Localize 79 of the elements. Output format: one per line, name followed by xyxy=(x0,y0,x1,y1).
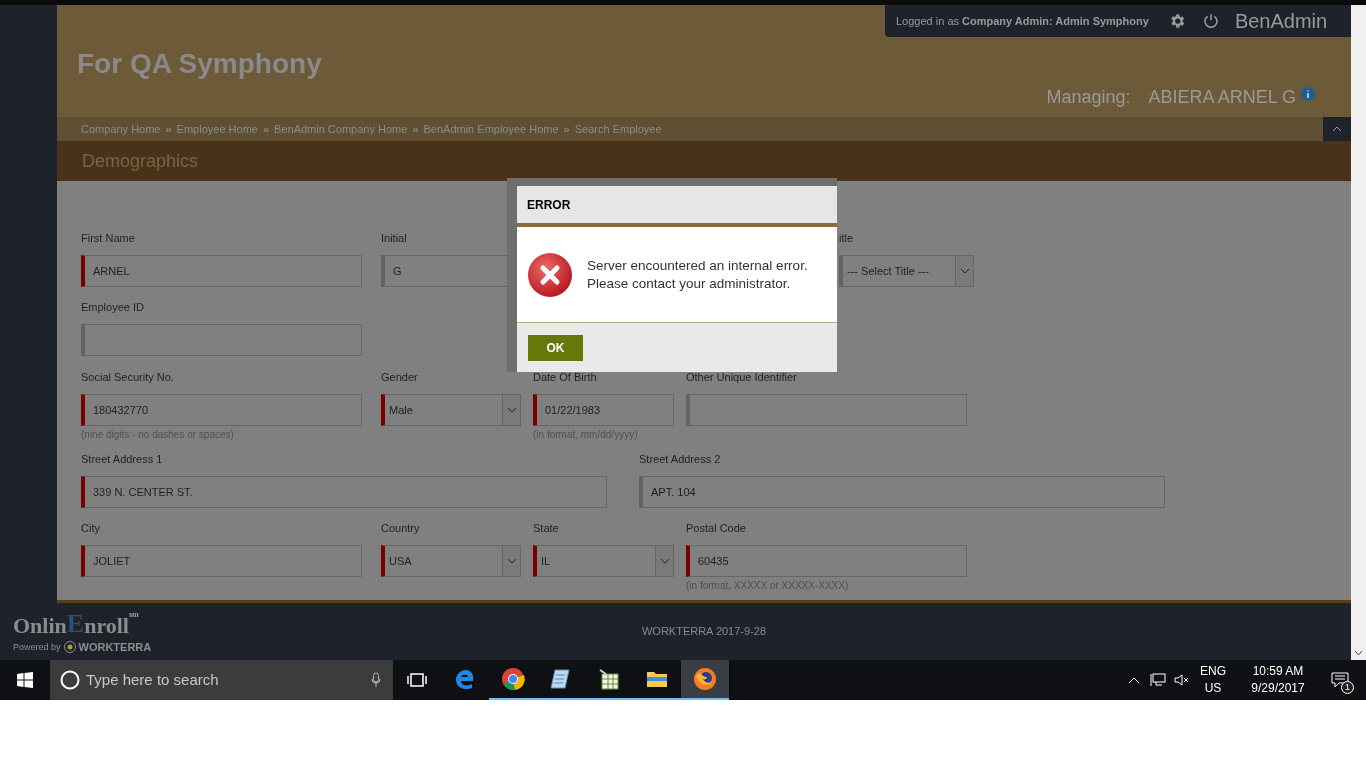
clock[interactable]: 10:59 AM 9/29/2017 xyxy=(1238,663,1318,697)
field-label: Date Of Birth xyxy=(533,370,598,385)
clock-time: 10:59 AM xyxy=(1252,663,1304,680)
message-icon xyxy=(1331,672,1349,688)
region-text: US xyxy=(1204,680,1222,697)
managing-name: ABIERA ARNEL G xyxy=(1148,86,1296,109)
language-text: ENG xyxy=(1200,663,1226,680)
input-field[interactable]: 60435 xyxy=(686,545,967,577)
breadcrumb-link[interactable]: Company Home xyxy=(81,120,161,138)
field-label: Gender xyxy=(381,370,419,385)
chevron-up-icon xyxy=(1332,126,1342,132)
field-label: Street Address 2 xyxy=(639,452,722,467)
field-label: Country xyxy=(381,521,421,536)
footer-version: WORKTERRA 2017-9-28 xyxy=(641,624,767,640)
network-icon[interactable] xyxy=(1150,673,1166,687)
breadcrumb-link[interactable]: BenAdmin Company Home xyxy=(274,120,408,138)
field-label: itle xyxy=(839,231,855,246)
chevron-down-icon xyxy=(502,395,520,425)
firefox-icon xyxy=(693,667,717,691)
language-indicator[interactable]: ENG US xyxy=(1200,663,1226,697)
breadcrumb-link[interactable]: Employee Home xyxy=(176,120,258,138)
app-name: BenAdmin xyxy=(1234,9,1328,34)
error-message: Please contact your administrator. xyxy=(587,274,792,293)
chevron-down-icon[interactable] xyxy=(1354,650,1363,656)
spreadsheet-icon xyxy=(597,667,621,691)
scrollbar[interactable] xyxy=(1351,5,1366,660)
search-placeholder: Type here to search xyxy=(86,669,219,690)
select-field[interactable]: IL xyxy=(533,545,674,577)
input-field[interactable]: JOLIET xyxy=(81,545,362,577)
breadcrumb-link[interactable]: BenAdmin Employee Home xyxy=(423,120,559,138)
chevron-up-icon[interactable] xyxy=(1128,676,1140,684)
input-field[interactable]: 180432770 xyxy=(81,394,362,426)
taskbar-app-button[interactable] xyxy=(681,660,729,700)
field-label: State xyxy=(533,521,560,536)
field-label: Other Unique Identifier xyxy=(686,370,798,385)
breadcrumb-separator: » xyxy=(412,121,419,137)
error-message: Server encountered an internal error. xyxy=(587,256,808,275)
input-field[interactable]: ARNEL xyxy=(81,255,362,287)
cortana-circle-icon xyxy=(60,670,80,690)
select-field[interactable]: USA xyxy=(381,545,521,577)
power-icon[interactable] xyxy=(1202,13,1219,29)
error-icon xyxy=(528,252,572,297)
windows-icon xyxy=(17,672,33,688)
field-label: Postal Code xyxy=(686,521,747,536)
notepad-icon xyxy=(549,667,573,691)
microphone-icon[interactable] xyxy=(371,672,381,688)
chevron-down-icon xyxy=(502,546,520,576)
notification-badge: 1 xyxy=(1341,681,1354,694)
breadcrumb-separator: » xyxy=(563,121,570,137)
select-field[interactable]: --- Select Title --- xyxy=(839,255,974,287)
chrome-icon xyxy=(501,667,525,691)
chevron-down-icon xyxy=(655,546,673,576)
field-label: Social Security No. xyxy=(81,370,175,385)
breadcrumb-link[interactable]: Search Employee xyxy=(574,120,662,138)
field-label: Street Address 1 xyxy=(81,452,164,467)
field-label: Initial xyxy=(381,231,408,246)
field-label: City xyxy=(81,521,101,536)
breadcrumb-separator: » xyxy=(262,121,270,137)
input-field[interactable]: 01/22/1983 xyxy=(533,394,674,426)
task-view-icon xyxy=(407,672,427,688)
company-title: For QA Symphony xyxy=(77,47,322,81)
field-label: Employee ID xyxy=(81,300,145,315)
info-icon[interactable] xyxy=(1301,86,1315,101)
ok-button[interactable]: OK xyxy=(528,334,583,361)
breadcrumb-separator: » xyxy=(165,121,172,137)
input-field[interactable] xyxy=(686,394,967,426)
clock-date: 9/29/2017 xyxy=(1251,680,1305,697)
input-field[interactable]: APT. 104 xyxy=(639,476,1165,508)
muted-speaker-icon[interactable] xyxy=(1174,673,1190,687)
logged-in-text: Logged in as Company Admin: Admin Symphony xyxy=(896,13,1149,29)
field-label: First Name xyxy=(81,231,136,246)
search-box[interactable]: Type here to search xyxy=(50,660,393,700)
input-field[interactable]: 339 N. CENTER ST. xyxy=(81,476,607,508)
notification-button[interactable]: 1 xyxy=(1326,666,1354,694)
managing-label: Managing: xyxy=(1046,86,1131,109)
dialog-title: ERROR xyxy=(527,196,571,214)
select-field[interactable]: Male xyxy=(381,394,521,426)
input-field[interactable] xyxy=(81,324,362,356)
chevron-down-icon xyxy=(955,256,973,286)
